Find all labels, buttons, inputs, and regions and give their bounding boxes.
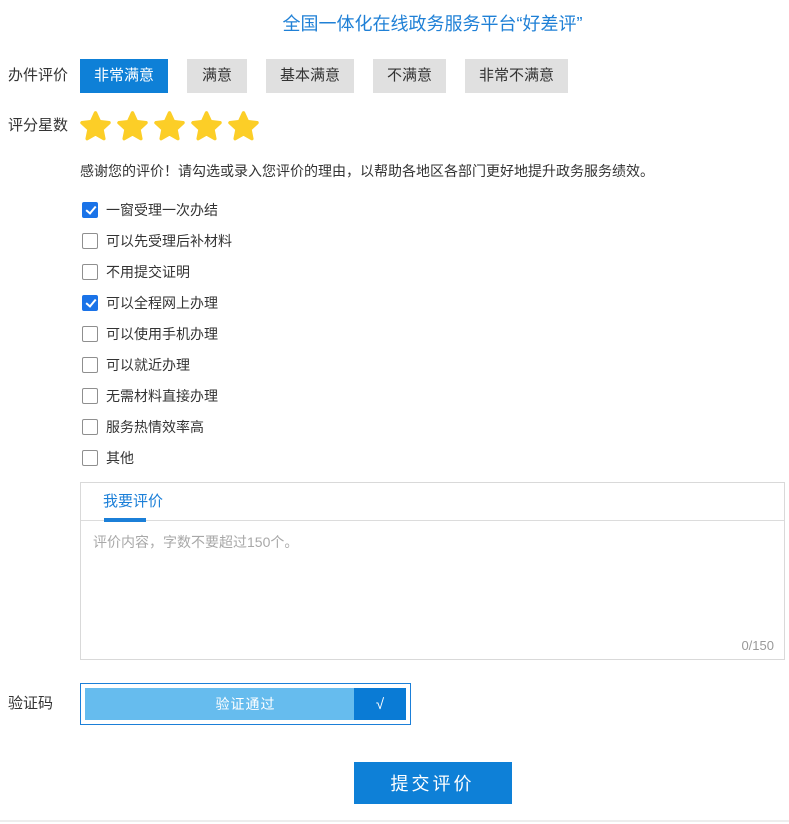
- reason-label: 可以全程网上办理: [106, 293, 218, 313]
- comment-tab-bar: 我要评价: [81, 483, 784, 521]
- stars-label: 评分星数: [8, 108, 80, 144]
- star-rating[interactable]: [80, 111, 265, 142]
- submit-area: 提交评价: [80, 762, 785, 804]
- star-icon[interactable]: [191, 111, 222, 142]
- reason-label: 可以先受理后补材料: [106, 231, 232, 251]
- reason-label: 可以就近办理: [106, 355, 190, 375]
- rating-options: 非常满意满意基本满意不满意非常不满意: [80, 59, 568, 93]
- rating-option[interactable]: 基本满意: [266, 59, 354, 93]
- captcha-track[interactable]: 验证通过 √: [85, 688, 406, 720]
- comment-box: 我要评价 0/150: [80, 482, 785, 660]
- char-counter: 0/150: [741, 638, 774, 653]
- reason-label: 其他: [106, 448, 134, 468]
- checkbox-checked-icon[interactable]: [82, 202, 98, 218]
- check-icon: √: [376, 696, 384, 713]
- bottom-divider: [0, 820, 789, 822]
- reason-checkbox-item[interactable]: 一窗受理一次办结: [82, 202, 789, 218]
- reason-label: 一窗受理一次办结: [106, 200, 218, 220]
- star-icon[interactable]: [117, 111, 148, 142]
- tab-my-review[interactable]: 我要评价: [103, 483, 163, 520]
- captcha-slider[interactable]: 验证通过 √: [80, 683, 411, 725]
- stars-row: 评分星数: [0, 108, 789, 144]
- reason-label: 无需材料直接办理: [106, 386, 218, 406]
- checkbox-unchecked-icon[interactable]: [82, 357, 98, 373]
- checkbox-unchecked-icon[interactable]: [82, 419, 98, 435]
- reason-checkbox-item[interactable]: 不用提交证明: [82, 264, 789, 280]
- captcha-handle[interactable]: √: [354, 688, 406, 720]
- reason-checkbox-item[interactable]: 可以全程网上办理: [82, 295, 789, 311]
- checkbox-checked-icon[interactable]: [82, 295, 98, 311]
- rating-option[interactable]: 满意: [187, 59, 247, 93]
- checkbox-unchecked-icon[interactable]: [82, 450, 98, 466]
- reason-label: 服务热情效率高: [106, 417, 204, 437]
- reason-checkbox-item[interactable]: 可以使用手机办理: [82, 326, 789, 342]
- star-icon[interactable]: [228, 111, 259, 142]
- reason-checkbox-item[interactable]: 服务热情效率高: [82, 419, 789, 435]
- rating-label: 办件评价: [8, 59, 80, 93]
- star-icon[interactable]: [154, 111, 185, 142]
- star-icon[interactable]: [80, 111, 111, 142]
- rating-row: 办件评价 非常满意满意基本满意不满意非常不满意: [0, 59, 789, 93]
- rating-option[interactable]: 不满意: [373, 59, 446, 93]
- rating-option[interactable]: 非常不满意: [465, 59, 568, 93]
- checkbox-unchecked-icon[interactable]: [82, 388, 98, 404]
- reason-label: 可以使用手机办理: [106, 324, 218, 344]
- reason-list: 一窗受理一次办结可以先受理后补材料不用提交证明可以全程网上办理可以使用手机办理可…: [82, 202, 789, 466]
- reason-checkbox-item[interactable]: 无需材料直接办理: [82, 388, 789, 404]
- captcha-label: 验证码: [8, 683, 80, 725]
- captcha-row: 验证码 验证通过 √: [0, 683, 789, 725]
- checkbox-unchecked-icon[interactable]: [82, 326, 98, 342]
- evaluation-page: 全国一体化在线政务服务平台“好差评” 办件评价 非常满意满意基本满意不满意非常不…: [0, 10, 789, 824]
- reason-checkbox-item[interactable]: 其他: [82, 450, 789, 466]
- reason-label: 不用提交证明: [106, 262, 190, 282]
- submit-button[interactable]: 提交评价: [354, 762, 512, 804]
- reason-checkbox-item[interactable]: 可以先受理后补材料: [82, 233, 789, 249]
- comment-body: 0/150: [81, 521, 784, 659]
- captcha-status-text: 验证通过: [216, 694, 276, 714]
- checkbox-unchecked-icon[interactable]: [82, 264, 98, 280]
- thanks-text: 感谢您的评价！请勾选或录入您评价的理由，以帮助各地区各部门更好地提升政务服务绩效…: [80, 161, 789, 181]
- rating-option[interactable]: 非常满意: [80, 59, 168, 93]
- reason-checkbox-item[interactable]: 可以就近办理: [82, 357, 789, 373]
- checkbox-unchecked-icon[interactable]: [82, 233, 98, 249]
- page-title: 全国一体化在线政务服务平台“好差评”: [80, 10, 785, 36]
- comment-textarea[interactable]: [81, 521, 784, 627]
